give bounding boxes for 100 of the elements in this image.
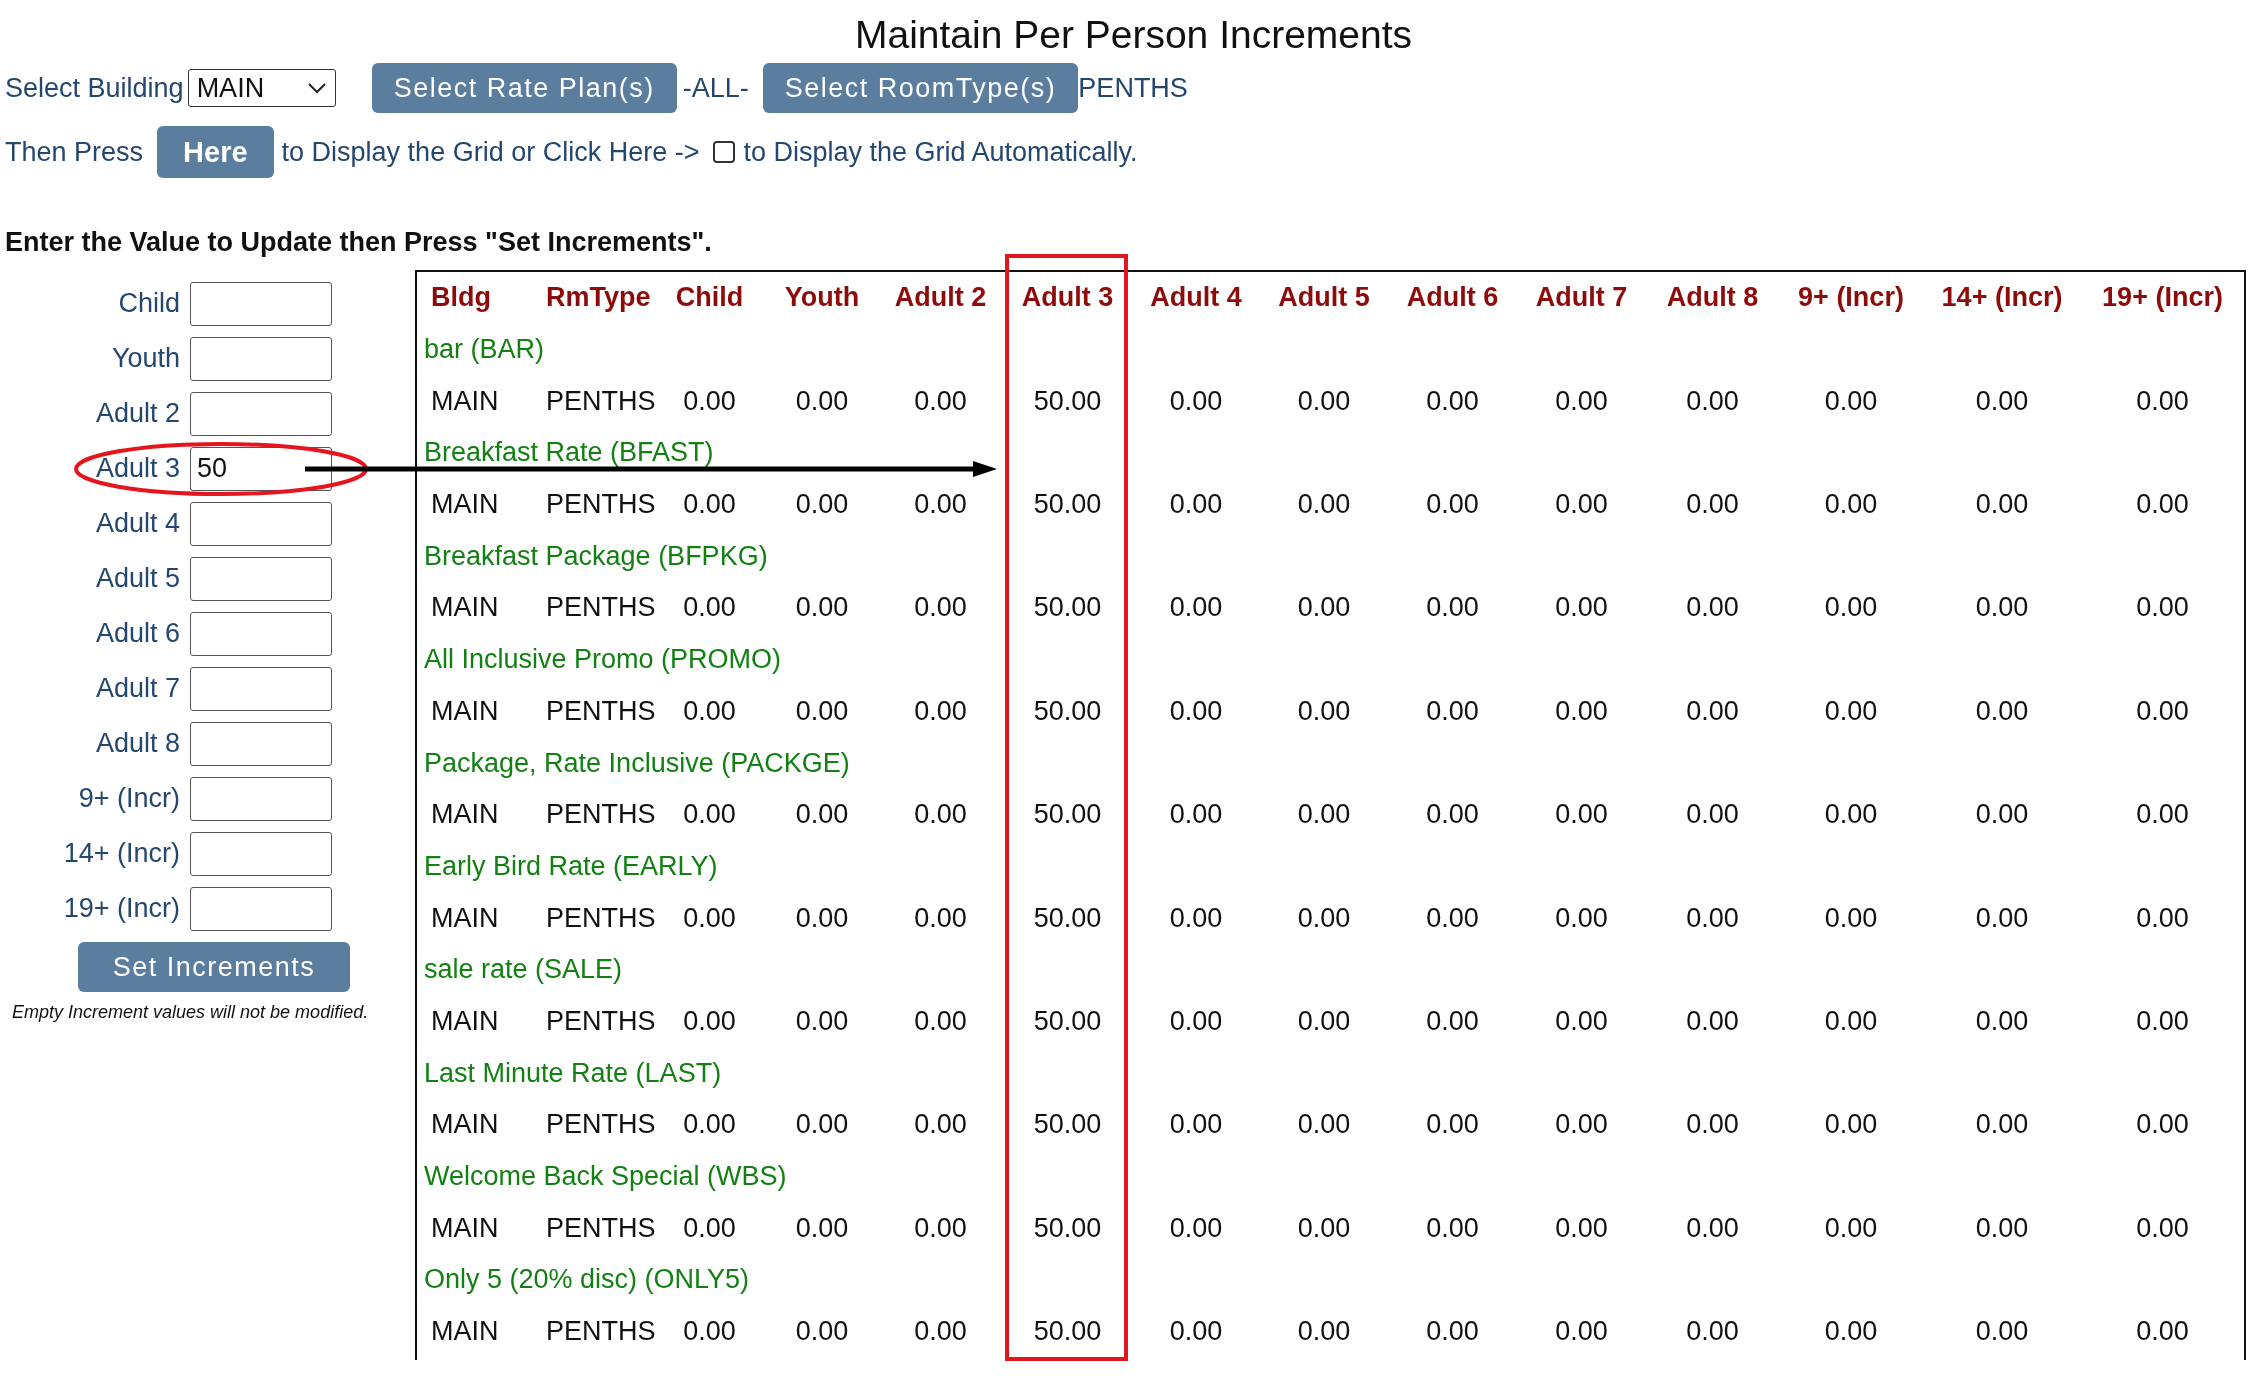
column-header: 9+ (Incr) — [1797, 281, 1905, 315]
table-cell-text: 0.00 — [1554, 1315, 1609, 1349]
table-cell-text: 0.00 — [1685, 798, 1740, 832]
table-cell-text: 0.00 — [1823, 901, 1879, 935]
table-cell-text: 0.00 — [1296, 488, 1352, 522]
page-title: Maintain Per Person Increments — [853, 12, 1414, 58]
table-cell-text: 0.00 — [1823, 1211, 1879, 1245]
column-header: Youth — [783, 281, 861, 315]
table-cell-text: PENTHS — [545, 1004, 653, 1038]
increment-field[interactable] — [190, 336, 332, 381]
table-cell-text: 0.00 — [2135, 1211, 2190, 1245]
table-cell-text: 0.00 — [1685, 1211, 1740, 1245]
table-cell-text: 0.00 — [1296, 1315, 1352, 1349]
rate-plan-value: -ALL- — [682, 72, 749, 104]
table-cell-text: 0.00 — [1974, 591, 2030, 625]
table-cell-text: 0.00 — [794, 694, 850, 728]
table-cell-text: 0.00 — [794, 1211, 850, 1245]
increment-field[interactable] — [190, 501, 332, 546]
table-cell-text: MAIN — [430, 694, 500, 728]
table-cell-text: 0.00 — [1823, 694, 1879, 728]
auto-display-checkbox[interactable] — [713, 141, 736, 163]
table-cell-text: 0.00 — [1974, 1315, 2030, 1349]
table-cell-text: 0.00 — [1425, 1211, 1480, 1245]
building-label: Select Building — [5, 72, 184, 104]
table-cell-text: 0.00 — [913, 591, 968, 625]
column-header: Adult 5 — [1277, 281, 1371, 315]
instruction-text: to Display the Grid Automatically. — [743, 136, 1138, 168]
table-cell-text: 0.00 — [1168, 591, 1224, 625]
building-dropdown[interactable]: MAIN — [187, 69, 336, 107]
column-header: Adult 4 — [1149, 281, 1243, 315]
here-button[interactable]: Here — [157, 126, 274, 178]
table-cell-text: 0.00 — [1974, 488, 2030, 522]
field-label: 14+ (Incr) — [62, 838, 181, 869]
table-cell-text: MAIN — [430, 1108, 500, 1142]
table-cell-text: 0.00 — [1974, 1004, 2030, 1038]
increment-field[interactable] — [190, 611, 332, 656]
table-cell-text: MAIN — [430, 798, 500, 832]
table-cell-text: 0.00 — [1685, 1108, 1740, 1142]
increment-field[interactable] — [190, 666, 332, 711]
increment-field[interactable] — [190, 556, 332, 601]
table-cell-text: 0.00 — [1296, 1108, 1352, 1142]
table-cell-text: MAIN — [430, 384, 500, 418]
table-cell-text: 0.00 — [1296, 384, 1352, 418]
table-cell-text: 0.00 — [1554, 694, 1609, 728]
table-cell-text: 0.00 — [794, 488, 850, 522]
increment-field[interactable] — [190, 886, 332, 931]
table-cell-text: 0.00 — [1823, 1004, 1879, 1038]
field-label: 19+ (Incr) — [62, 893, 181, 924]
table-cell-text: 0.00 — [1974, 901, 2030, 935]
table-cell-text: 0.00 — [794, 1004, 850, 1038]
rate-plan-name: Last Minute Rate (LAST) — [424, 1057, 722, 1088]
table-cell-text: 0.00 — [1974, 384, 2030, 418]
rate-plan-button[interactable]: Select Rate Plan(s) — [371, 63, 677, 113]
table-cell-text: 0.00 — [1425, 1315, 1480, 1349]
table-cell-text: PENTHS — [545, 1315, 653, 1349]
room-type-button[interactable]: Select RoomType(s) — [762, 63, 1079, 113]
table-cell-text: 0.00 — [1296, 798, 1352, 832]
table-cell-text: MAIN — [430, 488, 500, 522]
set-increments-button[interactable]: Set Increments — [78, 942, 350, 992]
table-cell-text: 0.00 — [794, 1108, 850, 1142]
table-cell-text: 0.00 — [1554, 1211, 1609, 1245]
table-cell-text: 0.00 — [1685, 488, 1740, 522]
table-cell-text: 0.00 — [913, 1004, 968, 1038]
field-label: Child — [117, 288, 181, 319]
increment-field[interactable] — [190, 776, 332, 821]
rate-plan-name: bar (BAR) — [424, 334, 545, 365]
table-cell-text: 0.00 — [1168, 1004, 1224, 1038]
rate-plan-name: All Inclusive Promo (PROMO) — [424, 644, 782, 675]
field-label: Youth — [110, 343, 181, 374]
table-cell-text: 0.00 — [2135, 1108, 2190, 1142]
field-label: Adult 2 — [94, 398, 181, 429]
table-cell-text: 50.00 — [1032, 1315, 1103, 1349]
increment-field[interactable] — [190, 831, 332, 876]
field-label: Adult 8 — [94, 728, 181, 759]
table-cell-text: 0.00 — [794, 901, 850, 935]
table-cell-text: 0.00 — [1554, 901, 1609, 935]
increment-field[interactable]: 50 — [190, 446, 332, 491]
table-cell-text: 0.00 — [1823, 1315, 1879, 1349]
table-cell-text: 0.00 — [1974, 798, 2030, 832]
rate-plan-name: Welcome Back Special (WBS) — [424, 1161, 787, 1192]
increment-field[interactable] — [190, 391, 332, 436]
table-cell-text: 0.00 — [1974, 1211, 2030, 1245]
table-cell-text: PENTHS — [545, 1211, 653, 1245]
column-header: Adult 6 — [1405, 281, 1500, 315]
increment-field[interactable] — [190, 281, 332, 326]
table-cell-text: 0.00 — [1685, 901, 1740, 935]
increment-field[interactable] — [190, 721, 332, 766]
table-cell-text: 0.00 — [1554, 1108, 1609, 1142]
table-cell-text: 50.00 — [1032, 901, 1103, 935]
column-header: Adult 2 — [893, 281, 988, 315]
table-cell-text: 50.00 — [1032, 591, 1103, 625]
table-cell-text: MAIN — [430, 901, 500, 935]
rate-plan-name: Only 5 (20% disc) (ONLY5) — [424, 1264, 750, 1295]
field-label: 9+ (Incr) — [77, 783, 181, 814]
table-cell-text: 0.00 — [794, 591, 850, 625]
table-cell-text: 0.00 — [1823, 591, 1879, 625]
table-cell-text: 0.00 — [1425, 384, 1480, 418]
table-cell-text: 0.00 — [2135, 694, 2190, 728]
table-cell-text: 0.00 — [2135, 384, 2190, 418]
table-cell-text: 0.00 — [1296, 591, 1352, 625]
